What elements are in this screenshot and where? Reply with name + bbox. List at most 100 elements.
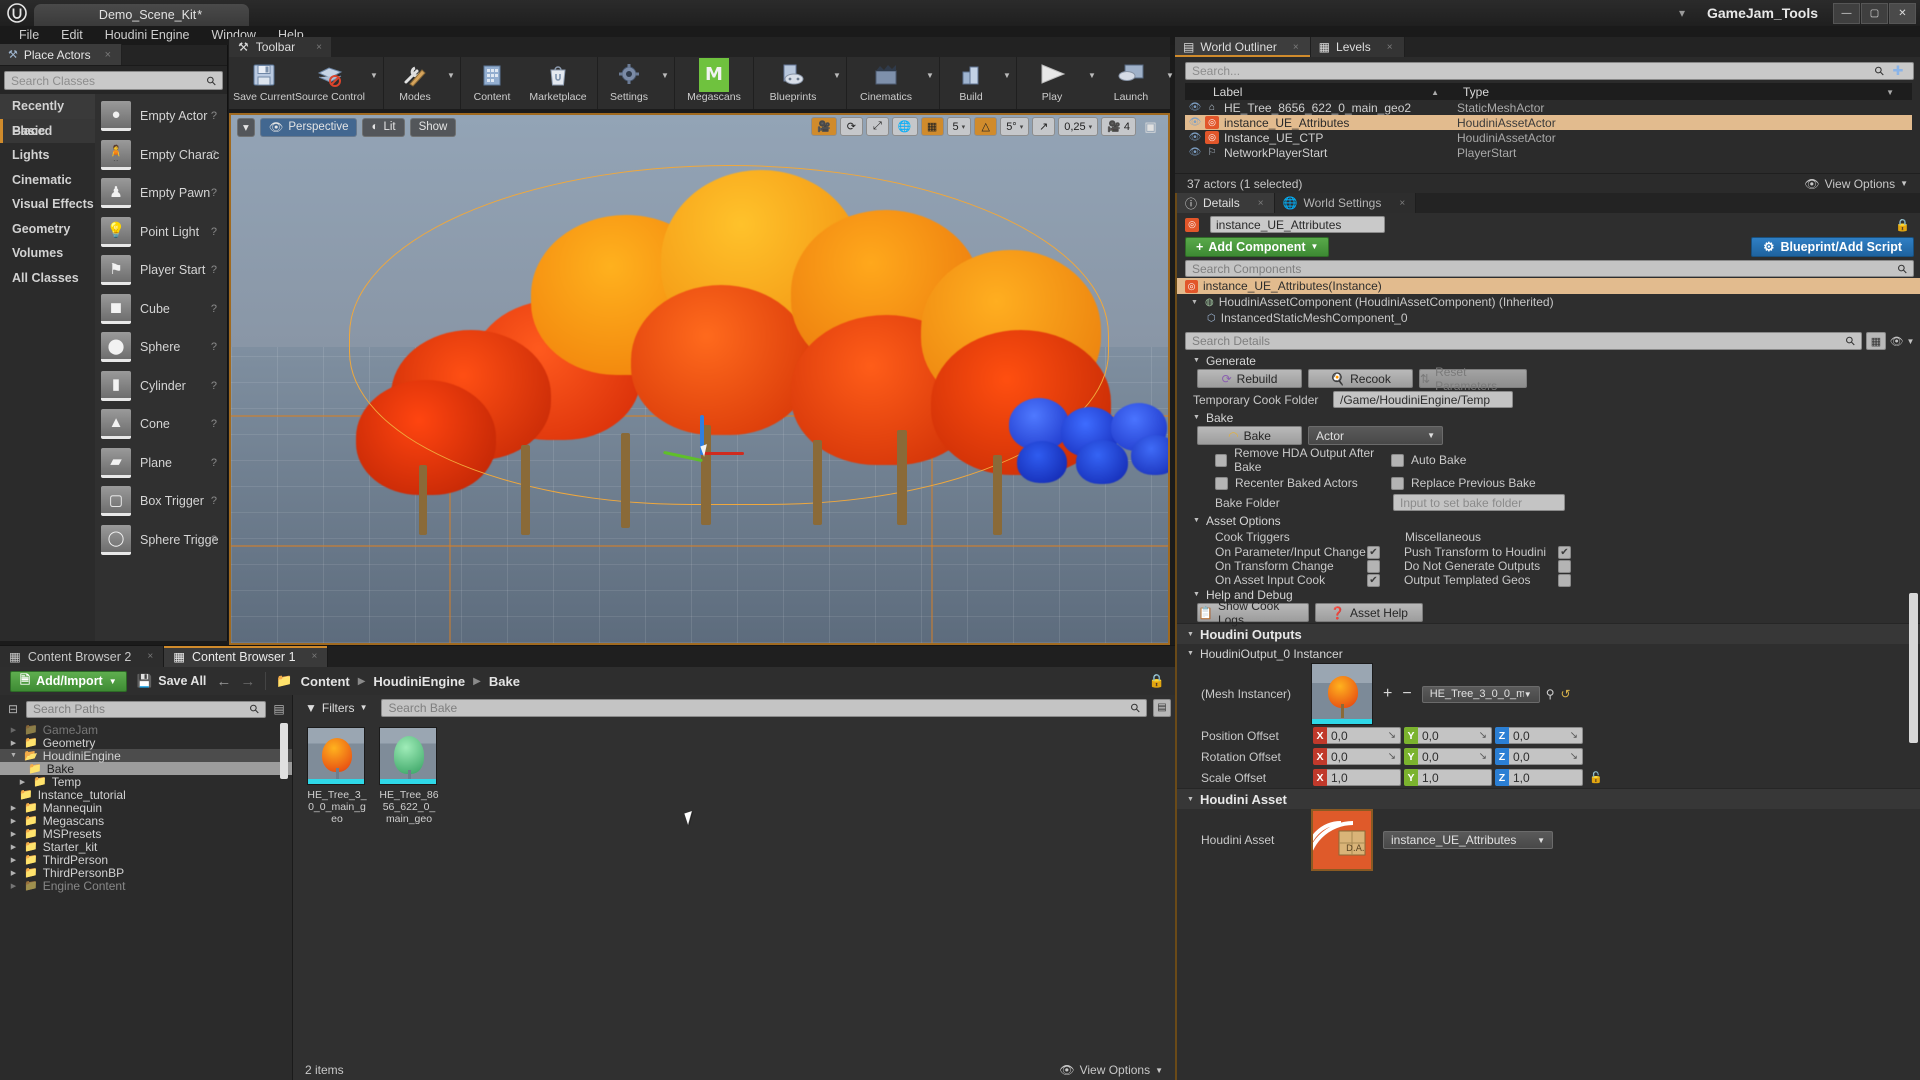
viewport-layout-icon[interactable]: ▣	[1139, 117, 1162, 136]
tree-item[interactable]: ▶ 📁 ThirdPerson	[0, 853, 292, 867]
section-bake[interactable]: ▼ Bake	[1177, 410, 1920, 425]
category-cinematic[interactable]: Cinematic	[0, 168, 95, 193]
grid-snap-value[interactable]: 5 ▾	[946, 117, 972, 136]
tree-item[interactable]: ▼ 📂 HoudiniEngine	[0, 749, 292, 763]
component-row[interactable]: ▼ ◍ HoudiniAssetComponent (HoudiniAssetC…	[1177, 294, 1920, 310]
component-row[interactable]: ◎ instance_UE_Attributes(Instance)	[1177, 278, 1920, 294]
table-row[interactable]: 👁 ⌂ HE_Tree_8656_622_0_main_geo2 StaticM…	[1185, 100, 1912, 115]
expand-triangle-icon[interactable]: ▶	[8, 830, 19, 838]
search-details-input[interactable]	[1192, 334, 1847, 348]
position-offset-y[interactable]: Y 0,0 ↘	[1404, 727, 1492, 744]
category-volumes[interactable]: Volumes	[0, 241, 95, 266]
recenter-baked-actors-checkbox[interactable]	[1215, 476, 1228, 490]
table-row[interactable]: 👁 ◎ instance_UE_Attributes HoudiniAssetA…	[1185, 115, 1912, 130]
list-view-icon[interactable]: ▤	[270, 702, 288, 716]
on-parameter-input-change-checkbox[interactable]	[1367, 545, 1380, 559]
reset-icon[interactable]: ↘	[1479, 730, 1487, 741]
reset-icon[interactable]: ↘	[1570, 730, 1578, 741]
tab-content-browser-1[interactable]: ▦ Content Browser 1 ×	[164, 646, 329, 667]
remove-hda-output-checkbox[interactable]	[1215, 453, 1228, 467]
viewport-menu-icon[interactable]: ▾	[237, 117, 255, 137]
maximize-viewport-icon[interactable]: ⤢	[865, 117, 889, 136]
do-not-generate-outputs-checkbox[interactable]	[1558, 559, 1571, 573]
help-icon[interactable]: ?	[211, 418, 217, 430]
outliner-search[interactable]: ⚲ ✚	[1185, 62, 1914, 80]
tree-item[interactable]: ▶ 📁 Starter_kit	[0, 840, 292, 854]
houdini-output-node[interactable]: ▼ HoudiniOutput_0 Instancer	[1177, 644, 1920, 663]
source-control-caret-icon[interactable]: ▼	[367, 57, 381, 109]
reset-icon[interactable]: ↺	[1560, 687, 1570, 701]
mesh-instancer-thumbnail[interactable]	[1311, 663, 1373, 725]
close-icon[interactable]: ×	[1258, 198, 1264, 209]
angle-snap-value[interactable]: 5° ▾	[1000, 117, 1030, 136]
reset-icon[interactable]: ↘	[1570, 751, 1578, 762]
table-row[interactable]: 👁 ◎ Instance_UE_CTP HoudiniAssetActor	[1185, 130, 1912, 145]
browse-icon[interactable]: ⚲	[1546, 687, 1555, 701]
document-tab[interactable]: Demo_Scene_Kit *	[34, 4, 249, 26]
menu-edit[interactable]: Edit	[50, 26, 94, 45]
expand-triangle-icon[interactable]: ▶	[8, 882, 19, 890]
tab-world-outliner[interactable]: ▤ World Outliner ×	[1175, 37, 1311, 57]
expand-triangle-icon[interactable]: ▼	[1193, 517, 1200, 524]
expand-triangle-icon[interactable]: ▼	[1187, 631, 1194, 638]
category-recently-placed[interactable]: Recently Placed	[0, 94, 95, 138]
reset-icon[interactable]: ↘	[1388, 751, 1396, 762]
paths-search-field[interactable]: ⚲	[26, 700, 266, 718]
tab-place-actors[interactable]: ⚒ Place Actors ×	[0, 44, 123, 65]
add-component-button[interactable]: + Add Component ▼	[1185, 236, 1330, 257]
auto-bake-checkbox-row[interactable]: Auto Bake	[1391, 453, 1466, 467]
rotation-offset-y-field[interactable]: 0,0 ↘	[1418, 748, 1492, 765]
search-paths-input[interactable]	[33, 702, 251, 716]
scale-offset-x[interactable]: X 1,0	[1313, 769, 1401, 786]
replace-previous-bake-checkbox[interactable]	[1391, 476, 1404, 490]
lock-icon[interactable]: 🔒	[1149, 673, 1165, 689]
scale-offset-x-field[interactable]: 1,0	[1327, 769, 1401, 786]
perspective-dropdown[interactable]: 👁 Perspective	[259, 117, 358, 137]
modes-button[interactable]: Modes	[386, 57, 444, 109]
tree-item[interactable]: ▶ 📁 Geometry	[0, 736, 292, 750]
details-filter-icon[interactable]: ▦	[1866, 332, 1886, 350]
section-generate[interactable]: ▼ Generate	[1177, 353, 1920, 368]
help-icon[interactable]: ?	[211, 495, 217, 507]
settings-button[interactable]: Settings	[600, 57, 658, 109]
list-item[interactable]: ⬤ Sphere ?	[95, 328, 227, 367]
category-all-classes[interactable]: All Classes	[0, 266, 95, 291]
close-icon[interactable]: ×	[1387, 42, 1393, 53]
content-browser-view-options[interactable]: 👁 View Options ▼	[1059, 1063, 1163, 1077]
expand-triangle-icon[interactable]: ▶	[8, 869, 19, 877]
close-icon[interactable]: ×	[1399, 198, 1405, 209]
visibility-eye-icon[interactable]: 👁	[1185, 117, 1205, 128]
blueprint-add-script-button[interactable]: ⚙ Blueprint/Add Script	[1751, 236, 1914, 257]
help-icon[interactable]: ?	[211, 226, 217, 238]
asset-item[interactable]: HE_Tree_8656_622_0_main_geo	[379, 727, 439, 825]
add-import-button[interactable]: 🗎 Add/Import ▼	[10, 670, 127, 692]
on-transform-change-checkbox[interactable]	[1367, 559, 1380, 573]
expand-triangle-icon[interactable]: ▼	[1187, 796, 1194, 803]
position-offset-y-field[interactable]: 0,0 ↘	[1418, 727, 1492, 744]
minimize-button[interactable]: —	[1833, 3, 1860, 24]
list-item[interactable]: ⚑ Player Start ?	[95, 251, 227, 290]
lit-dropdown[interactable]: ◐ Lit	[362, 117, 405, 137]
outliner-search-input[interactable]	[1192, 64, 1876, 78]
tree-item[interactable]: ▶ 📁 Temp	[0, 775, 292, 789]
expand-triangle-icon[interactable]: ▶	[8, 817, 19, 825]
column-header-label[interactable]: Label ▲	[1185, 85, 1457, 99]
help-icon[interactable]: ?	[211, 534, 217, 546]
visibility-eye-icon[interactable]: 👁	[1185, 102, 1205, 113]
actor-name-field[interactable]: instance_UE_Attributes	[1210, 216, 1385, 233]
rotation-offset-z-field[interactable]: 0,0 ↘	[1509, 748, 1583, 765]
list-item[interactable]: ▢ Box Trigger ?	[95, 482, 227, 521]
cycle-transform-icon[interactable]: ⟳	[839, 117, 863, 136]
tree-item[interactable]: 📁 Instance_tutorial	[0, 788, 292, 802]
column-header-type[interactable]: Type ▼	[1457, 85, 1912, 99]
close-icon[interactable]: ×	[1293, 42, 1299, 53]
breadcrumb-bake[interactable]: Bake	[489, 674, 520, 689]
on-asset-input-cook-checkbox[interactable]	[1367, 573, 1380, 587]
visibility-eye-icon[interactable]: 👁	[1185, 147, 1205, 158]
tree-item[interactable]: ▶ 📁 Engine Content	[0, 879, 292, 893]
reset-icon[interactable]: ↘	[1479, 751, 1487, 762]
reset-parameters-button[interactable]: ⇅ Reset Parameters	[1419, 365, 1527, 393]
search-components-field[interactable]: ⚲	[1185, 260, 1914, 277]
expand-triangle-icon[interactable]: ▶	[8, 739, 19, 747]
expand-triangle-icon[interactable]: ▼	[1193, 591, 1200, 598]
